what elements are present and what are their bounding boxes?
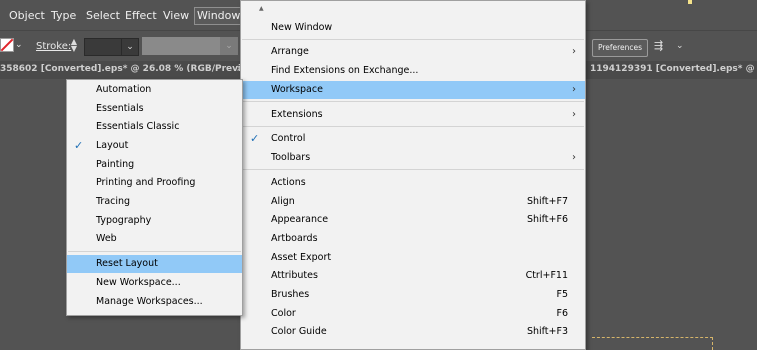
menu-item-artboards[interactable]: Artboards [241, 230, 585, 248]
menu-item-label: Typography [96, 215, 152, 226]
menu-item-attributes[interactable]: Attributes Ctrl+F11 [241, 267, 585, 285]
menu-item-asset-export[interactable]: Asset Export [241, 249, 585, 267]
workspace-item-automation[interactable]: Automation [67, 81, 242, 99]
submenu-arrow-icon: › [572, 109, 576, 120]
workspace-item-reset-layout[interactable]: Reset Layout [67, 255, 242, 273]
workspace-item-painting[interactable]: Painting [67, 156, 242, 174]
submenu-arrow-icon: › [572, 46, 576, 57]
menu-item-label: Color Guide [271, 326, 327, 337]
menu-item-color-guide[interactable]: Color Guide Shift+F3 [241, 323, 585, 341]
menu-item-control[interactable]: ✓ Control [241, 130, 585, 148]
menu-window[interactable]: Window [194, 7, 244, 25]
menu-scroll-up-icon[interactable]: ▲ [259, 5, 264, 12]
menu-item-label: Align [271, 196, 295, 207]
menu-item-label: New Window [271, 22, 333, 33]
profile-dropdown-icon[interactable]: ⌄ [220, 37, 238, 55]
menu-item-shortcut: Ctrl+F11 [525, 270, 568, 281]
menu-item-label: Color [271, 308, 296, 319]
menu-item-label: Attributes [271, 270, 318, 281]
menu-item-new-window[interactable]: New Window [241, 19, 585, 37]
menu-item-label: Essentials [96, 103, 144, 114]
menu-item-label: New Workspace... [96, 277, 181, 288]
menu-type[interactable]: Type [51, 8, 76, 24]
menu-item-shortcut: Shift+F6 [526, 214, 568, 225]
menu-item-label: Extensions [271, 109, 323, 120]
submenu-arrow-icon: › [572, 152, 576, 163]
menu-item-appearance[interactable]: Appearance Shift+F6 [241, 211, 585, 229]
menu-item-find-extensions[interactable]: Find Extensions on Exchange... [241, 62, 585, 80]
menu-item-shortcut: F6 [556, 308, 568, 319]
menu-item-shortcut: F5 [556, 289, 568, 300]
menu-item-color[interactable]: Color F6 [241, 305, 585, 323]
corner-mark [688, 0, 692, 4]
checkmark-icon: ✓ [74, 139, 84, 152]
menu-item-label: Appearance [271, 214, 329, 225]
menu-item-label: Actions [271, 177, 306, 188]
menu-item-extensions[interactable]: Extensions › [241, 106, 585, 124]
artboard-outline [592, 337, 713, 350]
workspace-submenu: Automation Essentials Essentials Classic… [66, 79, 243, 316]
menu-item-label: Painting [96, 159, 135, 170]
menu-item-brushes[interactable]: Brushes F5 [241, 286, 585, 304]
stroke-stepper[interactable]: ▲ ▼ [66, 38, 82, 54]
workspace-item-printing-proofing[interactable]: Printing and Proofing [67, 174, 242, 192]
menu-item-actions[interactable]: Actions [241, 174, 585, 192]
menu-item-label: Workspace [271, 84, 323, 95]
workspace-item-web[interactable]: Web [67, 230, 242, 248]
menu-item-label: Artboards [271, 233, 318, 244]
workspace-item-tracing[interactable]: Tracing [67, 193, 242, 211]
variable-width-profile[interactable] [142, 37, 220, 55]
menu-item-label: Printing and Proofing [96, 177, 196, 188]
menu-item-label: Control [271, 133, 306, 144]
arrange-dropdown-icon[interactable]: ⌄ [676, 41, 684, 51]
menu-item-workspace[interactable]: Workspace › [241, 81, 585, 99]
menu-effect[interactable]: Effect [125, 8, 157, 24]
menu-item-label: Manage Workspaces... [96, 296, 203, 307]
tab-document-2[interactable]: 1194129391 [Converted].eps* @ 200 % [590, 64, 757, 74]
workspace-item-essentials-classic[interactable]: Essentials Classic [67, 118, 242, 136]
checkmark-icon: ✓ [250, 132, 260, 145]
arrange-documents-icon[interactable]: ⇶ [654, 39, 663, 52]
menu-select[interactable]: Select [86, 8, 120, 24]
menu-item-label: Automation [96, 84, 152, 95]
menu-item-shortcut: Shift+F3 [526, 326, 568, 337]
menu-item-label: Brushes [271, 289, 310, 300]
menu-item-label: Tracing [96, 196, 131, 207]
submenu-arrow-icon: › [572, 84, 576, 95]
fill-dropdown-icon[interactable]: ⌄ [15, 40, 23, 50]
menu-separator [242, 169, 584, 170]
window-menu: ▲ New Window Arrange › Find Extensions o… [240, 0, 586, 350]
workspace-item-layout[interactable]: ✓ Layout [67, 137, 242, 155]
menu-item-toolbars[interactable]: Toolbars › [241, 149, 585, 167]
menu-item-label: Layout [96, 140, 129, 151]
menu-item-label: Find Extensions on Exchange... [271, 65, 419, 76]
workspace-item-new-workspace[interactable]: New Workspace... [67, 274, 242, 292]
menu-item-label: Web [96, 233, 117, 244]
stroke-weight-dropdown-icon[interactable]: ⌄ [121, 38, 139, 56]
menu-separator [68, 251, 241, 252]
menu-separator [242, 101, 584, 102]
stroke-weight-input[interactable] [84, 38, 122, 56]
workspace-item-manage-workspaces[interactable]: Manage Workspaces... [67, 293, 242, 311]
menu-item-label: Arrange [271, 46, 309, 57]
menu-item-align[interactable]: Align Shift+F7 [241, 193, 585, 211]
menu-item-label: Reset Layout [96, 258, 158, 269]
menu-separator [242, 126, 584, 127]
menu-view[interactable]: View [163, 8, 189, 24]
menu-item-label: Toolbars [271, 152, 311, 163]
menu-item-arrange[interactable]: Arrange › [241, 43, 585, 61]
workspace-item-essentials[interactable]: Essentials [67, 100, 242, 118]
menu-object[interactable]: Object [9, 8, 45, 24]
menu-item-label: Essentials Classic [96, 121, 180, 132]
menu-separator [242, 39, 584, 40]
tab-document-1[interactable]: 358602 [Converted].eps* @ 26.08 % (RGB/P… [0, 64, 260, 74]
workspace-item-typography[interactable]: Typography [67, 212, 242, 230]
menu-item-shortcut: Shift+F7 [526, 196, 568, 207]
preferences-button[interactable]: Preferences [592, 39, 648, 57]
fill-swatch[interactable] [0, 38, 14, 52]
menu-item-label: Asset Export [271, 252, 332, 263]
